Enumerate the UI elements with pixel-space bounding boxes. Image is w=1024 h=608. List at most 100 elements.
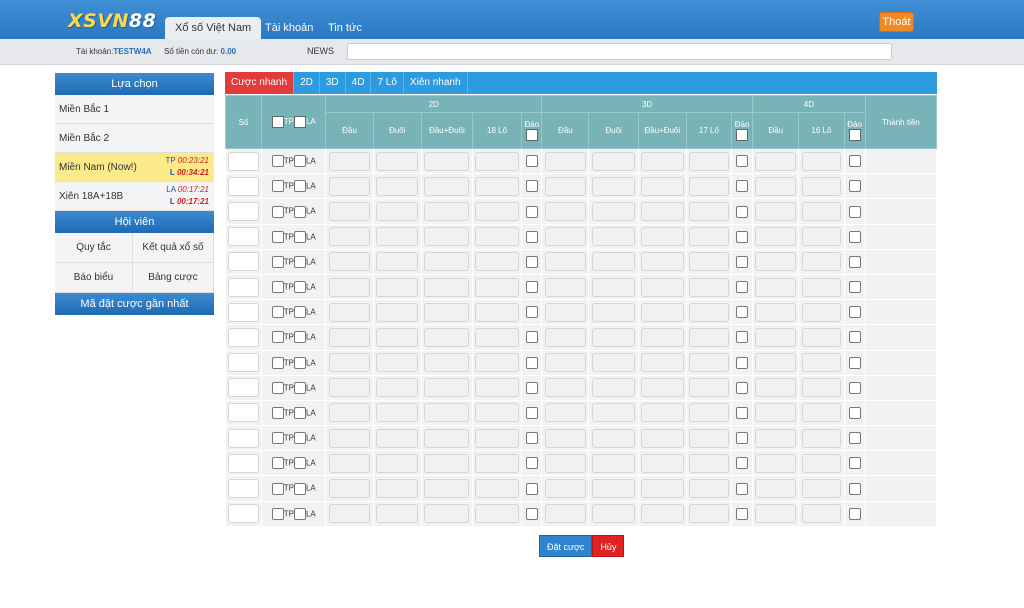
2d-18lo-input[interactable] [475, 479, 519, 499]
3d-tail-input[interactable] [591, 504, 636, 524]
2d-head-tail-input[interactable] [424, 201, 470, 221]
number-input[interactable] [227, 176, 260, 196]
3d-head-tail-input[interactable] [641, 378, 684, 398]
3d-head-input[interactable] [544, 201, 587, 221]
la-checkbox[interactable] [293, 180, 306, 193]
4d-head-input[interactable] [755, 302, 797, 322]
sidebar-item-mien-bac-1[interactable]: Miền Bắc 1 [55, 95, 214, 124]
4d-16lo-input[interactable] [801, 378, 842, 398]
3d-tail-input[interactable] [591, 378, 636, 398]
dao-3d-checkbox[interactable] [736, 205, 749, 218]
2d-head-tail-input[interactable] [424, 302, 470, 322]
4d-16lo-input[interactable] [801, 277, 842, 297]
3d-17lo-input[interactable] [689, 403, 729, 423]
2d-18lo-input[interactable] [475, 453, 519, 473]
number-input[interactable] [227, 378, 260, 398]
dao-3d-checkbox[interactable] [736, 482, 749, 495]
dao-3d-checkbox[interactable] [736, 230, 749, 243]
3d-17lo-input[interactable] [689, 227, 729, 247]
number-input[interactable] [227, 277, 260, 297]
4d-head-input[interactable] [755, 327, 797, 347]
2d-tail-input[interactable] [375, 378, 419, 398]
2d-head-input[interactable] [328, 302, 371, 322]
dao-4d-checkbox[interactable] [848, 230, 861, 243]
la-checkbox[interactable] [293, 205, 306, 218]
2d-tail-input[interactable] [375, 277, 419, 297]
2d-tail-input[interactable] [375, 151, 419, 171]
dao-4d-checkbox[interactable] [848, 281, 861, 294]
tp-checkbox[interactable] [271, 155, 284, 168]
4d-16lo-input[interactable] [801, 176, 842, 196]
la-checkbox[interactable] [293, 155, 306, 168]
dao-4d-checkbox[interactable] [848, 381, 861, 394]
3d-head-input[interactable] [544, 353, 587, 373]
4d-head-input[interactable] [755, 453, 797, 473]
3d-head-tail-input[interactable] [641, 176, 684, 196]
2d-head-input[interactable] [328, 453, 371, 473]
dao-4d-checkbox[interactable] [848, 507, 861, 520]
nav-tab-news[interactable]: Tin tức [318, 17, 372, 39]
3d-17lo-input[interactable] [689, 327, 729, 347]
4d-head-input[interactable] [755, 428, 797, 448]
3d-head-input[interactable] [544, 302, 587, 322]
2d-head-input[interactable] [328, 504, 371, 524]
dao-4d-checkbox[interactable] [848, 129, 861, 141]
dao-2d-checkbox[interactable] [525, 482, 538, 495]
dao-4d-checkbox[interactable] [848, 407, 861, 420]
3d-17lo-input[interactable] [689, 201, 729, 221]
3d-head-tail-input[interactable] [641, 252, 684, 272]
select-all-la-checkbox[interactable] [293, 116, 306, 128]
tp-checkbox[interactable] [271, 432, 284, 445]
dao-2d-checkbox[interactable] [525, 407, 538, 420]
2d-head-tail-input[interactable] [424, 227, 470, 247]
4d-head-input[interactable] [755, 479, 797, 499]
la-checkbox[interactable] [293, 482, 306, 495]
tab-4d[interactable]: 4D [346, 72, 372, 94]
2d-head-tail-input[interactable] [424, 504, 470, 524]
2d-18lo-input[interactable] [475, 176, 519, 196]
dao-2d-checkbox[interactable] [525, 255, 538, 268]
2d-head-tail-input[interactable] [424, 252, 470, 272]
3d-head-input[interactable] [544, 504, 587, 524]
dao-2d-checkbox[interactable] [525, 155, 538, 168]
3d-head-input[interactable] [544, 252, 587, 272]
place-bet-button[interactable]: Đặt cược [539, 535, 593, 557]
3d-17lo-input[interactable] [689, 176, 729, 196]
3d-17lo-input[interactable] [689, 151, 729, 171]
2d-head-input[interactable] [328, 327, 371, 347]
number-input[interactable] [227, 504, 260, 524]
dao-2d-checkbox[interactable] [525, 356, 538, 369]
2d-head-input[interactable] [328, 403, 371, 423]
site-logo[interactable]: XSVN88 [68, 10, 156, 32]
2d-18lo-input[interactable] [475, 252, 519, 272]
tp-checkbox[interactable] [271, 180, 284, 193]
tp-checkbox[interactable] [271, 482, 284, 495]
tp-checkbox[interactable] [271, 230, 284, 243]
3d-tail-input[interactable] [591, 327, 636, 347]
number-input[interactable] [227, 327, 260, 347]
2d-18lo-input[interactable] [475, 403, 519, 423]
number-input[interactable] [227, 428, 260, 448]
tp-checkbox[interactable] [271, 457, 284, 470]
4d-16lo-input[interactable] [801, 504, 842, 524]
dao-2d-checkbox[interactable] [525, 457, 538, 470]
dao-3d-checkbox[interactable] [736, 155, 749, 168]
2d-head-input[interactable] [328, 479, 371, 499]
3d-tail-input[interactable] [591, 353, 636, 373]
3d-tail-input[interactable] [591, 252, 636, 272]
3d-head-tail-input[interactable] [641, 227, 684, 247]
4d-16lo-input[interactable] [801, 453, 842, 473]
dao-4d-checkbox[interactable] [848, 205, 861, 218]
4d-16lo-input[interactable] [801, 227, 842, 247]
3d-17lo-input[interactable] [689, 252, 729, 272]
3d-tail-input[interactable] [591, 151, 636, 171]
3d-head-tail-input[interactable] [641, 201, 684, 221]
4d-16lo-input[interactable] [801, 252, 842, 272]
dao-4d-checkbox[interactable] [848, 457, 861, 470]
2d-head-tail-input[interactable] [424, 353, 470, 373]
3d-tail-input[interactable] [591, 277, 636, 297]
dao-2d-checkbox[interactable] [525, 306, 538, 319]
tab-3d[interactable]: 3D [320, 72, 346, 94]
2d-head-input[interactable] [328, 252, 371, 272]
dao-2d-checkbox[interactable] [525, 507, 538, 520]
